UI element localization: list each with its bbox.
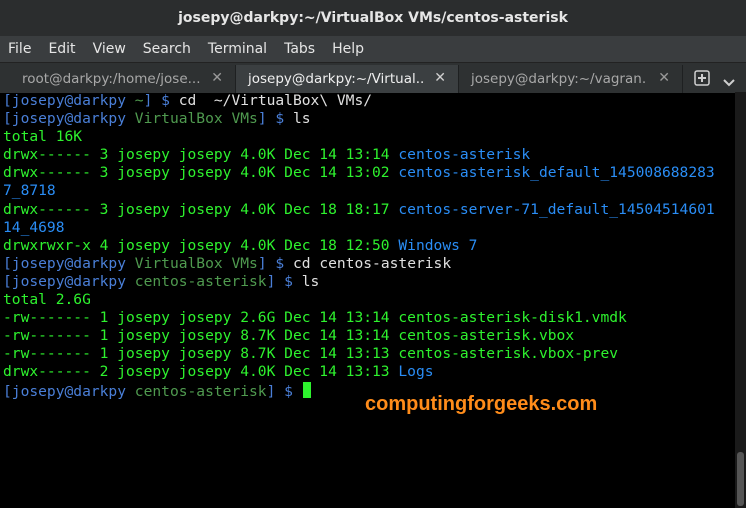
terminal-line: -rw------- 1 josepy josepy 2.6G Dec 14 1…	[0, 309, 735, 327]
menu-file[interactable]: File	[0, 36, 40, 62]
plus-icon[interactable]	[694, 70, 710, 86]
prompt-tail: ] $	[266, 382, 302, 400]
prompt-user: [josepy@darkpy	[3, 272, 135, 290]
prompt-dir: ~	[134, 92, 144, 109]
menu-search[interactable]: Search	[135, 36, 200, 62]
terminal-output[interactable]: [josepy@darkpy ~] $ cd ~/VirtualBox\ VMs…	[0, 92, 735, 508]
command-text: ls	[301, 272, 320, 290]
terminal-line: drwxrwxr-x 4 josepy josepy 4.0K Dec 18 1…	[0, 237, 735, 255]
prompt-tail: ] $	[143, 92, 179, 109]
menu-edit[interactable]: Edit	[40, 36, 84, 62]
command-text: cd ~/VirtualBox\ VMs/	[178, 92, 373, 109]
terminal-line: drwx------ 3 josepy josepy 4.0K Dec 18 1…	[0, 201, 735, 219]
close-icon[interactable]: ✕	[211, 71, 223, 85]
menu-tabs[interactable]: Tabs	[276, 36, 324, 62]
terminal-line: 7_8718	[0, 182, 735, 200]
command-text: ls	[292, 110, 311, 128]
dir-name: centos-server-71_default_14504514601	[398, 200, 715, 218]
tab-vagrant[interactable]: josepy@darkpy:~/vagran... ✕	[459, 65, 683, 93]
file-meta: drwx------ 2 josepy josepy 4.0K Dec 14 1…	[3, 363, 399, 381]
terminal-line: [josepy@darkpy centos-asterisk] $ ls	[0, 273, 735, 291]
prompt-user: [josepy@darkpy	[3, 110, 135, 128]
output-text: total 2.6G	[3, 291, 91, 309]
tab-label: josepy@darkpy:~/Virtual...	[248, 71, 423, 87]
file-name: centos-asterisk.vbox	[398, 327, 575, 345]
output-text: total 16K	[3, 128, 83, 146]
menu-bar: File Edit View Search Terminal Tabs Help	[0, 36, 746, 62]
menu-help[interactable]: Help	[324, 36, 373, 62]
file-meta: drwx------ 3 josepy josepy 4.0K Dec 18 1…	[3, 200, 399, 218]
command-text: cd centos-asterisk	[292, 254, 452, 272]
prompt-tail: ] $	[266, 272, 302, 290]
dir-name: centos-asterisk_default_145008688283	[398, 164, 715, 182]
terminal-line: [josepy@darkpy ~] $ cd ~/VirtualBox\ VMs…	[0, 92, 735, 110]
menu-view[interactable]: View	[85, 36, 135, 62]
tab-root[interactable]: root@darkpy:/home/jose... ✕	[0, 65, 236, 93]
menu-terminal[interactable]: Terminal	[200, 36, 276, 62]
prompt-user: [josepy@darkpy	[3, 382, 135, 400]
terminal-line: total 2.6G	[0, 291, 735, 309]
file-meta: -rw------- 1 josepy josepy 2.6G Dec 14 1…	[3, 309, 399, 327]
file-name: centos-asterisk.vbox-prev	[398, 345, 619, 363]
file-meta: -rw------- 1 josepy josepy 8.7K Dec 14 1…	[3, 345, 399, 363]
terminal-line: drwx------ 3 josepy josepy 4.0K Dec 14 1…	[0, 164, 735, 182]
tab-virtualbox[interactable]: josepy@darkpy:~/Virtual... ✕	[236, 65, 459, 93]
dir-name: centos-asterisk	[398, 146, 531, 164]
tab-label: josepy@darkpy:~/vagran...	[471, 71, 646, 87]
terminal-line: [josepy@darkpy VirtualBox VMs] $ cd cent…	[0, 255, 735, 273]
file-name: centos-asterisk-disk1.vmdk	[398, 309, 627, 327]
dir-name: 14_4698	[3, 218, 65, 236]
scrollbar[interactable]	[735, 92, 746, 508]
tab-bar: root@darkpy:/home/jose... ✕ josepy@darkp…	[0, 62, 746, 93]
terminal-line: drwx------ 3 josepy josepy 4.0K Dec 14 1…	[0, 146, 735, 164]
watermark: computingforgeeks.com	[365, 393, 598, 415]
prompt-dir: centos-asterisk	[134, 382, 267, 400]
prompt-tail: ] $	[257, 110, 293, 128]
cursor	[302, 381, 311, 398]
terminal-line: -rw------- 1 josepy josepy 8.7K Dec 14 1…	[0, 327, 735, 345]
terminal-line: 14_4698	[0, 219, 735, 237]
prompt-tail: ] $	[257, 254, 293, 272]
prompt-dir: VirtualBox VMs	[134, 254, 258, 272]
window-title: josepy@darkpy:~/VirtualBox VMs/centos-as…	[178, 10, 568, 26]
dir-name: 7_8718	[3, 182, 56, 200]
close-icon[interactable]: ✕	[658, 71, 670, 85]
dir-name: Logs	[398, 363, 434, 381]
chevron-down-icon[interactable]	[722, 73, 736, 87]
terminal-line: total 16K	[0, 128, 735, 146]
close-icon[interactable]: ✕	[434, 71, 446, 85]
file-meta: -rw------- 1 josepy josepy 8.7K Dec 14 1…	[3, 327, 399, 345]
prompt-dir: VirtualBox VMs	[134, 110, 258, 128]
terminal-line: [josepy@darkpy VirtualBox VMs] $ ls	[0, 110, 735, 128]
scrollbar-thumb[interactable]	[737, 452, 744, 506]
file-meta: drwxrwxr-x 4 josepy josepy 4.0K Dec 18 1…	[3, 236, 399, 254]
dir-name: Windows 7	[398, 236, 478, 254]
prompt-user: [josepy@darkpy	[3, 254, 135, 272]
tab-label: root@darkpy:/home/jose...	[22, 71, 201, 87]
terminal-window: josepy@darkpy:~/VirtualBox VMs/centos-as…	[0, 0, 746, 508]
title-bar[interactable]: josepy@darkpy:~/VirtualBox VMs/centos-as…	[0, 0, 746, 36]
terminal-line: -rw------- 1 josepy josepy 8.7K Dec 14 1…	[0, 345, 735, 363]
prompt-user: [josepy@darkpy	[3, 92, 135, 109]
file-meta: drwx------ 3 josepy josepy 4.0K Dec 14 1…	[3, 164, 399, 182]
prompt-dir: centos-asterisk	[134, 272, 267, 290]
terminal-line: drwx------ 2 josepy josepy 4.0K Dec 14 1…	[0, 363, 735, 381]
file-meta: drwx------ 3 josepy josepy 4.0K Dec 14 1…	[3, 146, 399, 164]
